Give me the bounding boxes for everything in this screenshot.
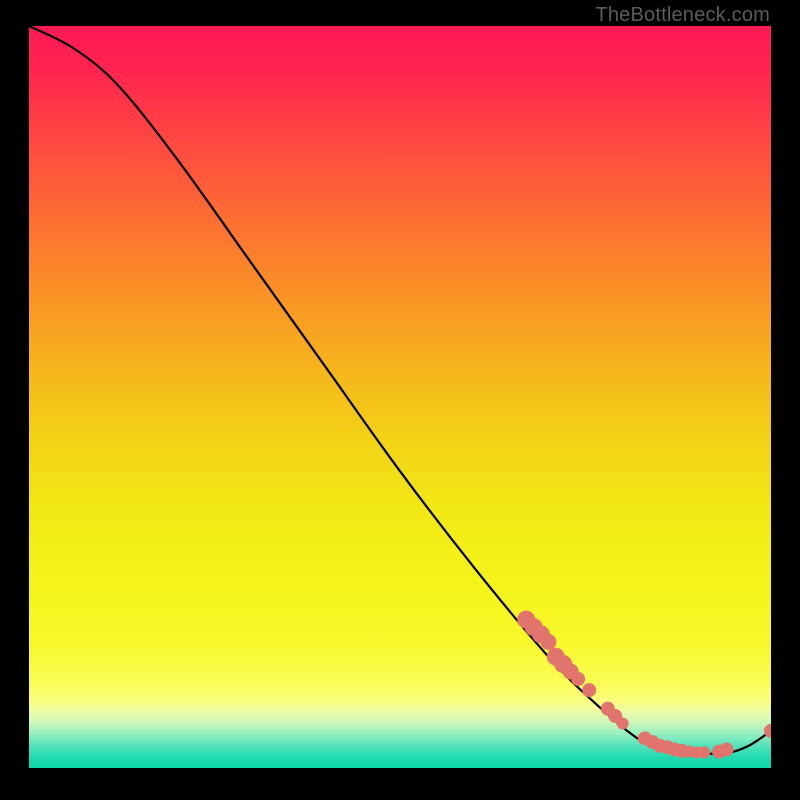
- watermark-text: TheBottleneck.com: [595, 4, 770, 27]
- data-point: [582, 683, 596, 697]
- chart-svg: [29, 26, 771, 768]
- data-point: [540, 634, 556, 650]
- data-point: [617, 717, 629, 729]
- data-point: [571, 672, 585, 686]
- data-point: [719, 742, 733, 756]
- chart-area: [29, 26, 771, 768]
- gradient-background: [29, 26, 771, 768]
- data-point: [698, 746, 710, 758]
